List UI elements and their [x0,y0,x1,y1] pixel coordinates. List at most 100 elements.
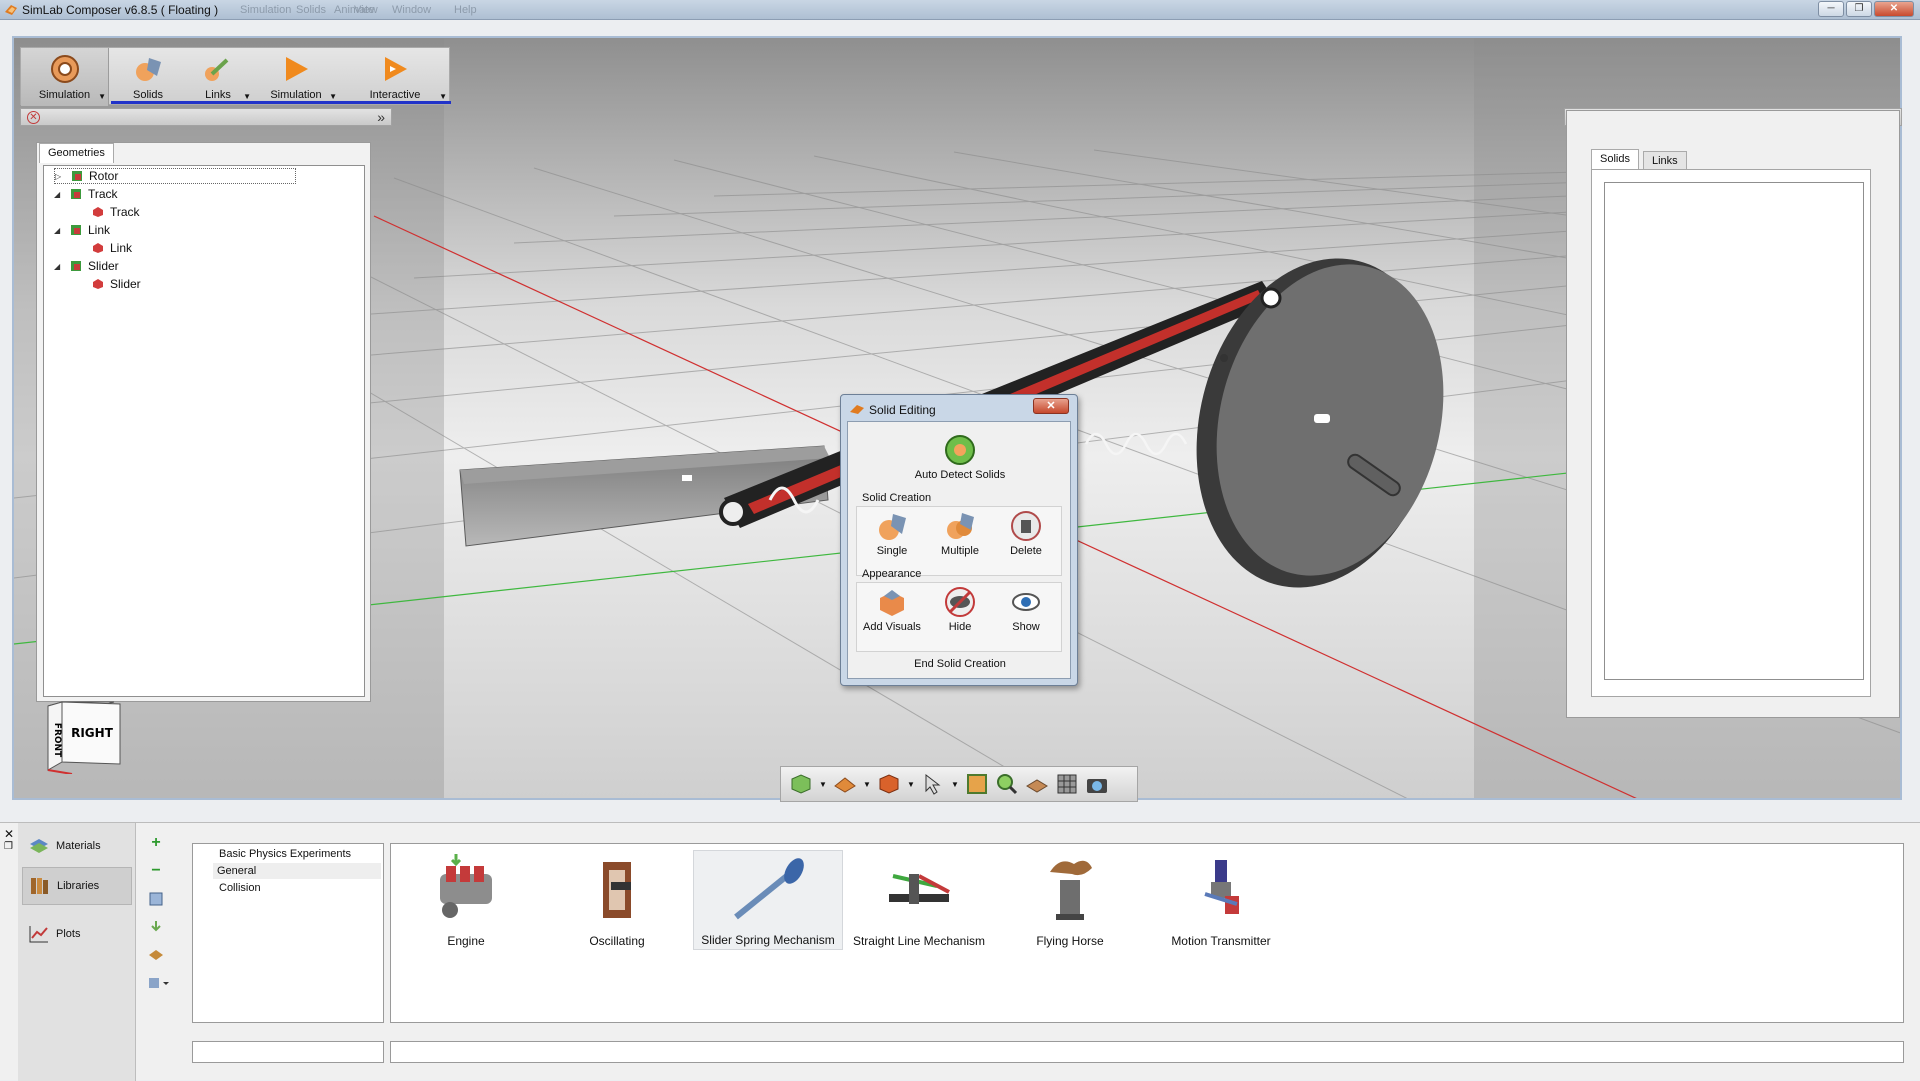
fit-all-icon[interactable] [965,772,989,796]
tree-node-link-mesh[interactable]: Link [92,240,132,256]
menu-solids[interactable]: Solids [296,4,326,16]
add-visuals-button[interactable]: Add Visuals [860,586,924,633]
dialog-close-button[interactable]: ✕ [1033,398,1069,414]
render-grid-icon[interactable] [1055,772,1079,796]
select-cursor-icon[interactable] [921,772,945,796]
delete-button[interactable]: Delete [998,510,1054,557]
view-cube[interactable]: FRONT RIGHT [42,700,124,774]
camera-icon[interactable] [1085,772,1109,796]
materials-icon [30,839,48,853]
solids-button[interactable]: Solids [113,48,183,106]
auto-detect-label: Auto Detect Solids [914,469,1006,481]
collapse-arrow-icon[interactable]: ◢ [54,190,64,199]
library-item-oscillating[interactable]: Oscillating [542,850,692,950]
collapse-arrow-icon[interactable]: ◢ [54,262,64,271]
close-panel-icon[interactable]: ✕ [4,827,14,841]
category-item[interactable]: Basic Physics Experiments [215,846,383,862]
links-button[interactable]: Links ▼ [183,48,253,106]
chevron-down-icon[interactable]: ▼ [863,780,871,789]
library-item-label: Motion Transmitter [1171,934,1271,948]
tree-node-link[interactable]: ◢ Link [54,222,110,238]
links-icon [205,58,229,81]
tree-node-slider[interactable]: ◢ Slider [54,258,119,274]
category-filter-field[interactable] [192,1041,384,1063]
solid-box-icon[interactable] [877,772,901,796]
ribbon-toolbar: Simulation ▼ Solids Links ▼ Simulation ▼… [20,47,451,106]
library-item-flying-horse[interactable]: Flying Horse [995,850,1145,950]
chevron-down-icon[interactable]: ▼ [819,780,827,789]
sidebar-item-materials[interactable]: Materials [22,827,132,865]
bottom-library-panel: ✕ ❐ Materials Libraries Plots + − Basic … [0,822,1920,1081]
sidebar-item-label: Libraries [57,880,100,892]
single-label: Single [876,545,908,557]
tree-node-label: Slider [88,259,119,273]
close-pane-icon[interactable]: ✕ [27,111,40,124]
restore-button[interactable]: ❐ [1846,1,1872,17]
library-item-motion-transmitter[interactable]: Motion Transmitter [1146,850,1296,950]
interactive-button[interactable]: Interactive ▼ [341,48,449,106]
menu-window[interactable]: Window [392,4,431,16]
show-button[interactable]: Show [998,586,1054,633]
expand-arrow-icon[interactable]: ▷ [55,172,65,181]
display-mode-cube-icon[interactable] [789,772,813,796]
sidebar-item-plots[interactable]: Plots [22,915,132,953]
oscillating-thumbnail [603,862,631,918]
hide-eye-icon [945,587,975,617]
tree-node-rotor[interactable]: ▷ Rotor [54,168,296,184]
category-item[interactable]: Collision [215,880,383,896]
close-button[interactable]: ✕ [1874,1,1914,17]
menu-view[interactable]: View [354,4,378,16]
library-filter-field[interactable] [390,1041,1904,1063]
library-item-straight-line[interactable]: Straight Line Mechanism [844,850,994,950]
zoom-icon[interactable] [995,772,1019,796]
geometry-group-icon [71,189,81,199]
library-shelf-icon[interactable] [148,947,164,963]
dialog-title: Solid Editing [869,403,936,417]
single-button[interactable]: Single [864,510,920,557]
menu-help[interactable]: Help [454,4,477,16]
viewport-toolbar: ▼ ▼ ▼ ▼ [780,766,1138,802]
menu-simulation[interactable]: Simulation [240,4,291,16]
category-item-selected[interactable]: General [213,863,381,879]
solids-list[interactable] [1604,182,1864,680]
mesh-cube-icon [93,279,103,289]
tree-node-slider-mesh[interactable]: Slider [92,276,141,292]
tab-links[interactable]: Links [1643,151,1687,169]
library-item-engine[interactable]: Engine [391,850,541,950]
geometries-tree: ▷ Rotor ◢ Track Track ◢ Link Link ◢ Slid… [43,165,365,697]
dialog-body: Auto Detect Solids Solid Creation Single… [847,421,1071,679]
tree-node-track-mesh[interactable]: Track [92,204,140,220]
tree-node-track[interactable]: ◢ Track [54,186,118,202]
sidebar-item-label: Plots [56,928,81,940]
interactive-label: Interactive [369,89,421,101]
show-eye-icon [1012,593,1040,611]
simulation-play-button[interactable]: Simulation ▼ [253,48,339,106]
multiple-button[interactable]: Multiple [930,510,990,557]
add-visuals-icon [880,590,904,616]
chevron-down-icon[interactable]: ▼ [907,780,915,789]
add-icon[interactable]: + [148,835,164,851]
tab-solids[interactable]: Solids [1591,149,1639,169]
collapse-pane-icon[interactable]: » [377,109,385,125]
end-solid-creation-button[interactable]: End Solid Creation [888,658,1032,670]
motion-transmitter-thumbnail [1204,860,1239,914]
sidebar-item-libraries[interactable]: Libraries [22,867,132,905]
simulation-mode-button[interactable]: Simulation ▼ [21,48,109,106]
tab-geometries[interactable]: Geometries [39,143,114,163]
remove-icon[interactable]: − [148,863,164,879]
download-icon[interactable] [148,919,164,935]
library-item-slider-spring[interactable]: Slider Spring Mechanism [693,850,843,950]
appearance-header: Appearance [862,568,922,580]
engine-thumbnail [440,854,492,918]
hide-button[interactable]: Hide [932,586,988,633]
view-options-icon[interactable] [148,975,172,991]
ground-plane-icon[interactable] [833,772,857,796]
simulation-mode-label: Simulation [38,89,91,101]
minimize-button[interactable]: ─ [1818,1,1844,17]
float-panel-icon[interactable]: ❐ [4,841,13,852]
grid-plane-icon[interactable] [1025,772,1049,796]
chevron-down-icon[interactable]: ▼ [951,780,959,789]
import-icon[interactable] [148,891,164,907]
collapse-arrow-icon[interactable]: ◢ [54,226,64,235]
auto-detect-solids-button[interactable]: Auto Detect Solids [898,434,1022,481]
